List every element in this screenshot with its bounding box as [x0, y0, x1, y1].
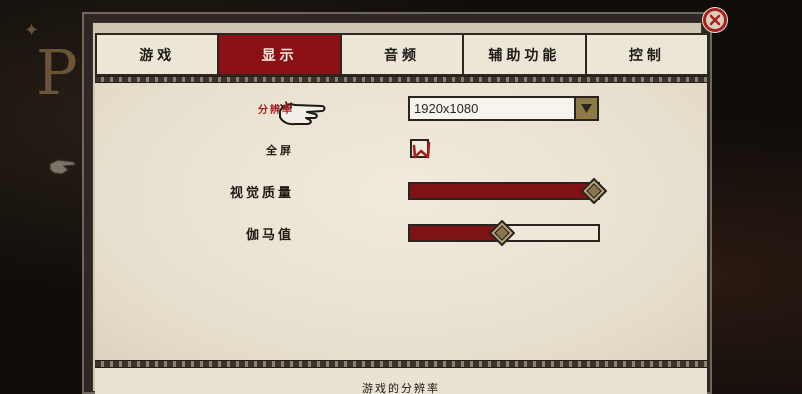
gamma-slider[interactable]	[408, 220, 600, 246]
setting-description: 游戏的分辨率	[95, 368, 707, 394]
tab-game[interactable]: 游戏	[95, 33, 220, 76]
gamma-label: 伽马值	[245, 228, 294, 243]
background-hand-icon	[49, 159, 76, 175]
tab-accessibility[interactable]: 辅助功能	[462, 33, 587, 76]
slider-fill	[410, 184, 594, 198]
tab-bar: 游戏 显示 音频 辅助功能 控制	[95, 33, 710, 76]
background-title-letter: P	[36, 36, 78, 109]
close-button[interactable]	[703, 8, 727, 32]
tab-audio[interactable]: 音频	[339, 33, 465, 76]
footer-divider	[95, 360, 707, 368]
tab-controls[interactable]: 控制	[584, 33, 710, 76]
close-icon	[709, 14, 721, 26]
diamond-knob-icon[interactable]	[489, 220, 515, 246]
chevron-down-icon	[581, 104, 592, 113]
fullscreen-label: 全屏	[266, 144, 294, 157]
checkmark-icon	[412, 141, 431, 159]
diamond-knob-icon[interactable]	[581, 178, 607, 204]
tab-divider	[95, 76, 707, 83]
resolution-label: 分辨率	[258, 105, 294, 116]
dropdown-button[interactable]	[574, 96, 599, 121]
visual-quality-slider[interactable]	[408, 178, 607, 204]
resolution-value: 1920x1080	[414, 101, 479, 116]
visual-quality-label: 视觉质量	[229, 186, 294, 201]
display-settings: 分辨率 1920x1080 全屏 视觉质量 伽马值	[95, 83, 707, 360]
tab-display[interactable]: 显示	[217, 33, 342, 76]
resolution-select[interactable]: 1920x1080	[408, 96, 599, 121]
fullscreen-checkbox[interactable]	[410, 139, 431, 159]
